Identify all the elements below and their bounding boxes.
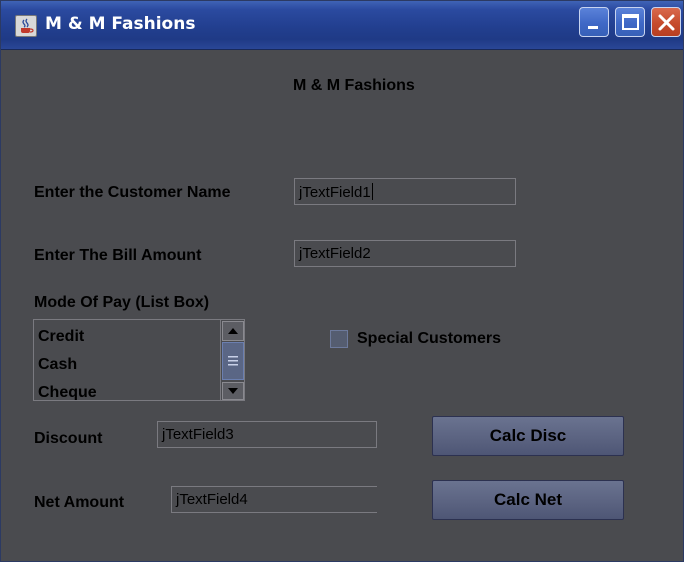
discount-field[interactable]: jTextField3 — [157, 421, 377, 448]
calc-disc-button[interactable]: Calc Disc — [432, 416, 624, 456]
list-item[interactable]: Credit — [38, 328, 84, 346]
minimize-icon — [588, 26, 598, 29]
minimize-button[interactable] — [579, 7, 609, 37]
scroll-thumb[interactable] — [222, 342, 244, 380]
scroll-down-button[interactable] — [222, 382, 244, 400]
mode-of-pay-label: Mode Of Pay (List Box) — [34, 294, 210, 311]
close-button[interactable] — [651, 7, 681, 37]
calc-net-button[interactable]: Calc Net — [432, 480, 624, 520]
special-customers-checkbox[interactable] — [330, 330, 348, 348]
mode-of-pay-listbox[interactable]: Credit Cash Cheque — [33, 319, 245, 401]
special-customers-label[interactable]: Special Customers — [357, 330, 501, 348]
customer-name-field[interactable]: jTextField1 — [294, 178, 516, 205]
grip-icon — [228, 356, 238, 366]
title-bar[interactable]: M & M Fashions — [1, 1, 683, 50]
close-icon — [658, 14, 675, 31]
app-window: M & M Fashions M & M Fashions Enter the … — [0, 0, 684, 562]
text-caret — [371, 183, 373, 200]
arrow-up-icon — [228, 328, 238, 334]
list-item[interactable]: Cheque — [38, 384, 97, 400]
customer-name-label: Enter the Customer Name — [34, 184, 231, 201]
discount-label: Discount — [34, 430, 103, 447]
scroll-up-button[interactable] — [222, 321, 244, 341]
window-title: M & M Fashions — [45, 14, 196, 34]
net-amount-label: Net Amount — [34, 494, 125, 511]
form-heading: M & M Fashions — [293, 77, 415, 94]
bill-amount-label: Enter The Bill Amount — [34, 247, 202, 264]
maximize-button[interactable] — [615, 7, 645, 37]
bill-amount-field[interactable]: jTextField2 — [294, 240, 516, 267]
list-item[interactable]: Cash — [38, 356, 77, 374]
net-amount-field[interactable]: jTextField4 — [171, 486, 377, 513]
customer-name-value: jTextField1 — [299, 184, 371, 201]
arrow-down-icon — [228, 388, 238, 394]
list-scrollbar[interactable] — [220, 320, 244, 400]
java-coffee-cup-icon — [15, 15, 37, 37]
maximize-icon — [622, 14, 639, 30]
